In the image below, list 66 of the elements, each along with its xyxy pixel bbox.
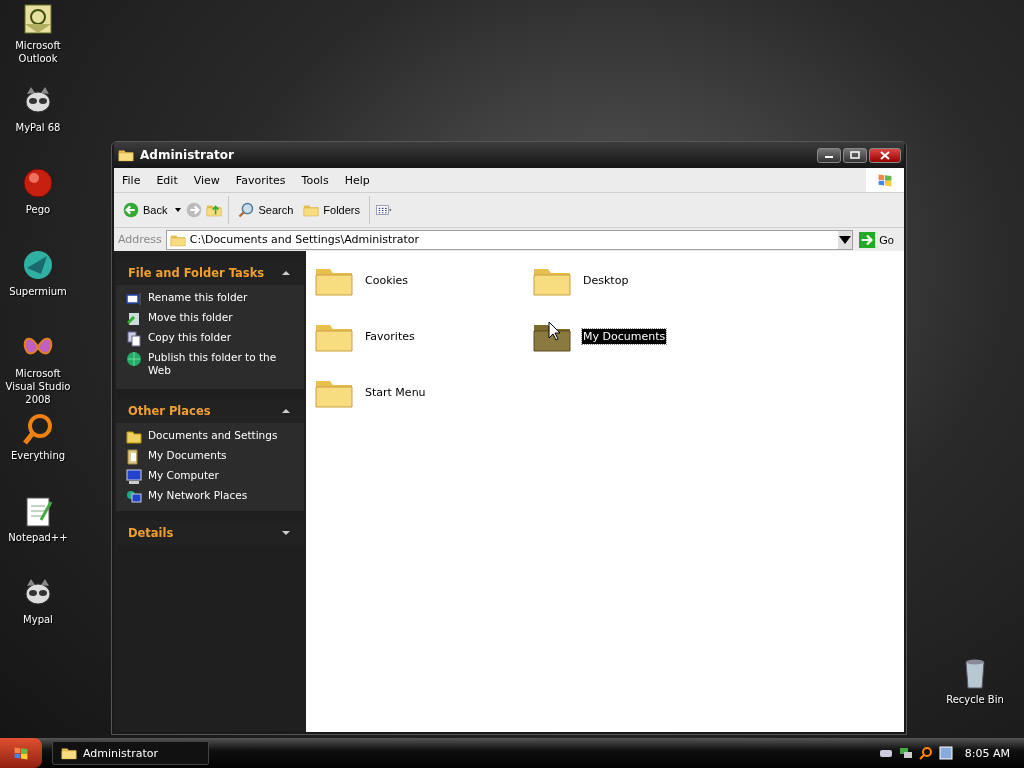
file-name[interactable]: Start Menu: [364, 384, 427, 400]
address-field[interactable]: C:\Documents and Settings\Administrator: [165, 229, 854, 250]
menu-item[interactable]: File: [114, 173, 149, 187]
task-link[interactable]: Rename this folder: [148, 291, 300, 304]
move-icon[interactable]: [126, 311, 142, 327]
search-icon: [238, 202, 255, 218]
clock: 8:05 AM: [964, 746, 1010, 760]
magnifier-icon[interactable]: [21, 412, 55, 446]
desktop-icon-label[interactable]: MyPal 68: [0, 121, 76, 134]
go-arrow-icon: [859, 231, 876, 248]
window-title: Administrator: [140, 148, 235, 162]
close-button[interactable]: [869, 147, 901, 163]
flag-logo-icon: [877, 172, 893, 188]
desktop-icon-label[interactable]: Pego: [0, 203, 76, 216]
start-button[interactable]: [0, 738, 42, 768]
folders-button[interactable]: Folders: [300, 200, 363, 220]
desktop-icon-label[interactable]: Microsoft Outlook: [0, 39, 76, 65]
back-button[interactable]: Back: [120, 200, 171, 220]
task-link[interactable]: Documents and Settings: [148, 429, 300, 442]
window-icon[interactable]: [938, 746, 953, 760]
back-arrow-icon: [123, 202, 139, 218]
file-name[interactable]: Favorites: [364, 328, 416, 344]
taskbar-button[interactable]: Administrator: [52, 741, 209, 765]
network-icon[interactable]: [126, 489, 142, 505]
task-link[interactable]: My Network Places: [148, 489, 300, 502]
minimize-button[interactable]: [817, 147, 841, 163]
file-name[interactable]: Cookies: [364, 272, 410, 288]
maximize-button[interactable]: [843, 147, 867, 163]
globe-icon[interactable]: [126, 351, 142, 367]
magnifier-icon[interactable]: [918, 746, 933, 760]
desktop-icon-label[interactable]: Microsoft Visual Studio 2008: [0, 367, 76, 406]
maximize-icon: [850, 151, 860, 159]
menu-item[interactable]: Tools: [293, 173, 337, 187]
menu-item[interactable]: Help: [336, 173, 378, 187]
globe-icon[interactable]: [21, 248, 55, 282]
computer-icon[interactable]: [126, 469, 142, 485]
views-icon[interactable]: [376, 202, 392, 218]
rename-icon[interactable]: [126, 291, 142, 307]
task-link[interactable]: My Documents: [148, 449, 300, 462]
task-link[interactable]: Copy this folder: [148, 331, 300, 344]
menu-item[interactable]: Edit: [148, 173, 186, 187]
mouse-pointer-icon: [548, 321, 561, 341]
orb-icon[interactable]: [21, 166, 55, 200]
menu-item[interactable]: View: [185, 173, 228, 187]
copy-icon[interactable]: [126, 331, 142, 347]
task-link[interactable]: Move this folder: [148, 311, 300, 324]
task-link[interactable]: Publish this folder to the Web: [148, 351, 300, 377]
file-name[interactable]: My Documents: [582, 328, 667, 344]
task-link[interactable]: My Computer: [148, 469, 300, 482]
desktop-icon-label[interactable]: Recycle Bin: [937, 693, 1013, 706]
address-label: Address: [118, 233, 162, 246]
up-folder-icon[interactable]: [206, 202, 223, 218]
menu-item[interactable]: Favorites: [227, 173, 294, 187]
desktop-icon-label[interactable]: Notepad++: [0, 531, 76, 544]
flag-logo-icon: [13, 745, 29, 761]
file-name[interactable]: Desktop: [582, 272, 630, 288]
mail-icon[interactable]: [21, 2, 55, 36]
close-icon: [880, 150, 890, 160]
desktop-icon-label[interactable]: Mypal: [0, 613, 76, 626]
search-button[interactable]: Search: [235, 200, 297, 220]
desktop-icon-label[interactable]: Everything: [0, 449, 76, 462]
folder-icon[interactable]: [126, 429, 142, 445]
caret-icon[interactable]: [174, 206, 183, 214]
go-button[interactable]: Go: [857, 231, 900, 248]
desktop-icon-label[interactable]: Supermium: [0, 285, 76, 298]
network-icon[interactable]: [898, 746, 913, 760]
